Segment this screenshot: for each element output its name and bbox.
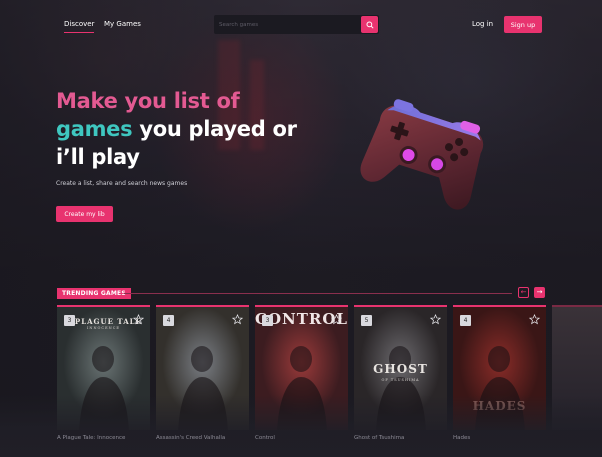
game-title[interactable]: Assassin's Creed Valhalla — [156, 435, 225, 441]
login-link[interactable]: Log in — [472, 20, 493, 28]
star-outline-icon[interactable] — [133, 314, 144, 325]
star-outline-icon[interactable] — [529, 314, 540, 325]
cover-logo-subtext: INNOCENCE — [87, 326, 120, 330]
cover-logo-text: HADES — [472, 399, 527, 413]
cover-logo-text: GHOST — [373, 362, 428, 376]
game-title[interactable]: A Plague Tale: Innocence — [57, 435, 125, 441]
star-outline-icon[interactable] — [331, 314, 342, 325]
game-card[interactable]: CONTROL 3 — [255, 305, 348, 430]
create-lib-button[interactable]: Create my lib — [56, 206, 113, 222]
game-card[interactable]: A PLAGUE TALE INNOCENCE 3 — [57, 305, 150, 430]
search-button[interactable] — [361, 16, 378, 33]
star-outline-icon[interactable] — [232, 314, 243, 325]
rank-badge: 3 — [64, 315, 75, 326]
hero-title-line1: Make you list of — [56, 89, 240, 113]
game-card[interactable]: GHOST OF TSUSHIMA 5 — [354, 305, 447, 430]
carousel-prev-button[interactable]: ← — [518, 287, 529, 298]
nav-my-games[interactable]: My Games — [104, 20, 141, 28]
game-card-partial[interactable] — [552, 305, 602, 430]
search-input[interactable] — [214, 15, 361, 34]
game-card[interactable]: 4 — [156, 305, 249, 430]
hero-title-line2: games you played or — [56, 115, 336, 143]
game-title[interactable]: Ghost of Tsushima — [354, 435, 404, 441]
rank-badge: 3 — [262, 315, 273, 326]
hero-title: Make you list of games you played or i’l… — [56, 87, 336, 171]
trending-label: TRENDING GAMES — [57, 288, 131, 299]
hero-title-line3: i’ll play — [56, 145, 140, 169]
top-navbar: Discover My Games Log in Sign up — [0, 0, 602, 50]
game-card[interactable]: HADES 4 — [453, 305, 546, 430]
hero-subtitle: Create a list, share and search news gam… — [56, 180, 188, 187]
hero-title-accent: games — [56, 117, 133, 141]
game-title[interactable]: Control — [255, 435, 275, 441]
rank-badge: 4 — [460, 315, 471, 326]
chevron-left-icon: ← — [520, 288, 527, 296]
search-icon — [365, 20, 374, 29]
hero-title-line2-rest: you played or — [132, 117, 297, 141]
cover-logo-subtext: OF TSUSHIMA — [381, 378, 420, 382]
carousel-next-button[interactable]: → — [534, 287, 545, 298]
rank-badge: 4 — [163, 315, 174, 326]
signup-button[interactable]: Sign up — [504, 16, 542, 33]
rank-badge: 5 — [361, 315, 372, 326]
search-bar — [214, 15, 379, 34]
star-outline-icon[interactable] — [430, 314, 441, 325]
game-title[interactable]: Hades — [453, 435, 470, 441]
trending-divider — [124, 293, 512, 294]
gamepad-illustration — [360, 99, 483, 210]
nav-discover[interactable]: Discover — [64, 20, 95, 33]
chevron-right-icon: → — [536, 288, 543, 296]
